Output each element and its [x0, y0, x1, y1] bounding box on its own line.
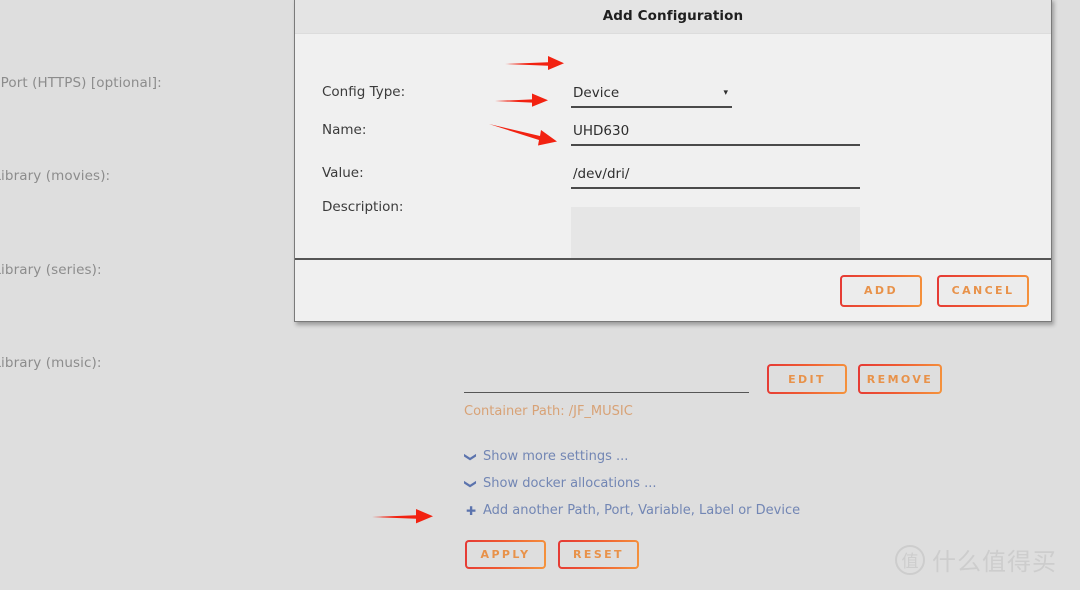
- background-label: Media Library (series):: [0, 262, 102, 278]
- add-button[interactable]: Add: [840, 275, 922, 307]
- dialog-body: Config Type: Device ▾ Name: UHD630 Value…: [295, 34, 1051, 270]
- value-input[interactable]: /dev/dri/: [571, 161, 860, 189]
- watermark: 值 什么值得买: [895, 542, 1057, 577]
- host-path-input-underline[interactable]: [464, 392, 749, 393]
- arrow-to-value: [489, 124, 557, 146]
- value-label: Value:: [322, 165, 364, 181]
- background-label: Media Library (music):: [0, 355, 102, 371]
- watermark-text: 什么值得买: [932, 548, 1057, 576]
- form-row-value: Value: /dev/dri/: [295, 165, 1051, 203]
- chevron-down-icon: ❯: [464, 478, 478, 489]
- arrow-to-name: [495, 93, 548, 107]
- add-another-config-label: Add another Path, Port, Variable, Label …: [483, 503, 801, 518]
- plus-icon: ✚: [466, 503, 477, 518]
- cancel-button[interactable]: Cancel: [937, 275, 1029, 307]
- background-label: Media Library (movies):: [0, 168, 111, 184]
- container-path-text: Container Path: /JF_MUSIC: [464, 404, 633, 419]
- show-docker-allocations-label: Show docker allocations ...: [483, 476, 657, 491]
- arrow-to-add-another: [372, 509, 433, 524]
- name-input[interactable]: UHD630: [571, 118, 860, 146]
- show-more-settings-label: Show more settings ...: [483, 449, 629, 464]
- dialog-title: Add Configuration: [602, 8, 744, 24]
- arrow-to-config-type: [505, 56, 564, 70]
- add-configuration-dialog: Add Configuration Config Type: Device ▾ …: [294, 0, 1052, 322]
- form-row-name: Name: UHD630: [295, 122, 1051, 160]
- config-type-label: Config Type:: [322, 84, 406, 100]
- value-value: /dev/dri/: [573, 166, 630, 182]
- config-type-select[interactable]: Device ▾: [571, 80, 732, 108]
- description-label: Description:: [322, 199, 404, 215]
- config-type-value: Device: [573, 85, 620, 101]
- apply-button[interactable]: Apply: [465, 540, 546, 569]
- watermark-badge-icon: 值: [895, 544, 925, 575]
- edit-button[interactable]: Edit: [767, 364, 847, 394]
- name-label: Name:: [322, 122, 367, 138]
- form-row-config-type: Config Type: Device ▾: [295, 84, 1051, 122]
- add-another-config-link[interactable]: ✚ Add another Path, Port, Variable, Labe…: [466, 503, 800, 518]
- show-docker-allocations-link[interactable]: ❯ Show docker allocations ...: [464, 476, 657, 491]
- dialog-header: Add Configuration: [295, 0, 1051, 34]
- background-form-labels: Web UI Port (HTTPS) [optional]: Media Li…: [0, 0, 300, 590]
- name-value: UHD630: [573, 123, 630, 139]
- background-label: Web UI Port (HTTPS) [optional]:: [0, 75, 162, 91]
- remove-button[interactable]: Remove: [858, 364, 942, 394]
- chevron-down-icon: ▾: [723, 87, 728, 98]
- reset-button[interactable]: Reset: [558, 540, 639, 569]
- dialog-footer: Add Cancel: [295, 258, 1051, 321]
- chevron-down-icon: ❯: [464, 451, 478, 462]
- show-more-settings-link[interactable]: ❯ Show more settings ...: [464, 449, 629, 464]
